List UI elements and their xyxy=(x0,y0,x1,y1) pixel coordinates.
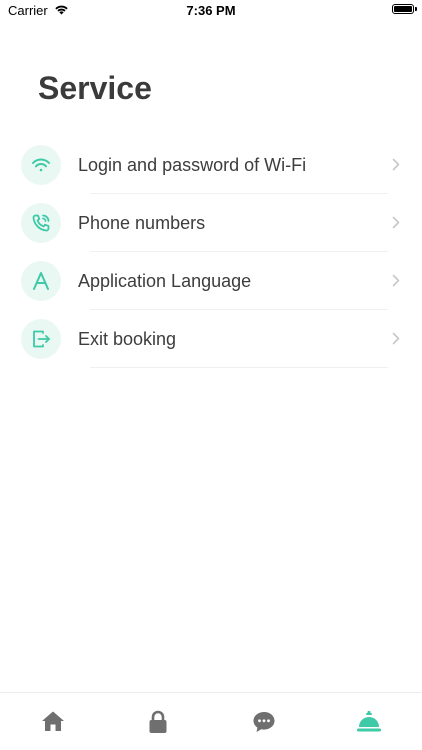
status-time: 7:36 PM xyxy=(186,3,236,18)
service-screen: Carrier 7:36 PM Service Login and passwo… xyxy=(0,0,422,750)
chevron-right-icon xyxy=(392,216,400,234)
tab-home[interactable] xyxy=(0,693,106,750)
menu-item-label: Exit booking xyxy=(78,329,177,349)
lock-icon xyxy=(148,710,168,739)
chevron-right-icon xyxy=(392,274,400,292)
service-menu-list: Login and password of Wi-Fi Phone number… xyxy=(0,136,422,368)
chevron-right-icon xyxy=(392,158,400,176)
tab-bar xyxy=(0,692,422,750)
tab-lock[interactable] xyxy=(106,693,212,750)
phone-icon xyxy=(21,203,61,243)
battery-icon xyxy=(392,4,417,14)
service-bell-icon xyxy=(356,710,382,739)
menu-item-application-language[interactable]: Application Language xyxy=(0,252,422,310)
status-bar: Carrier 7:36 PM xyxy=(0,0,422,22)
menu-item-label: Login and password of Wi-Fi xyxy=(78,155,307,175)
chevron-right-icon xyxy=(392,332,400,350)
tab-chat[interactable] xyxy=(211,693,317,750)
menu-item-phone-numbers[interactable]: Phone numbers xyxy=(0,194,422,252)
language-icon xyxy=(21,261,61,301)
menu-item-label: Application Language xyxy=(78,271,252,291)
wifi-icon xyxy=(21,145,61,185)
menu-item-wifi[interactable]: Login and password of Wi-Fi xyxy=(0,136,422,194)
page-title: Service xyxy=(38,70,152,106)
divider xyxy=(90,367,388,368)
chat-icon xyxy=(252,710,276,739)
tab-service[interactable] xyxy=(317,693,422,750)
home-icon xyxy=(41,710,65,737)
menu-item-label: Phone numbers xyxy=(78,213,206,233)
exit-icon xyxy=(21,319,61,359)
menu-item-exit-booking[interactable]: Exit booking xyxy=(0,310,422,368)
